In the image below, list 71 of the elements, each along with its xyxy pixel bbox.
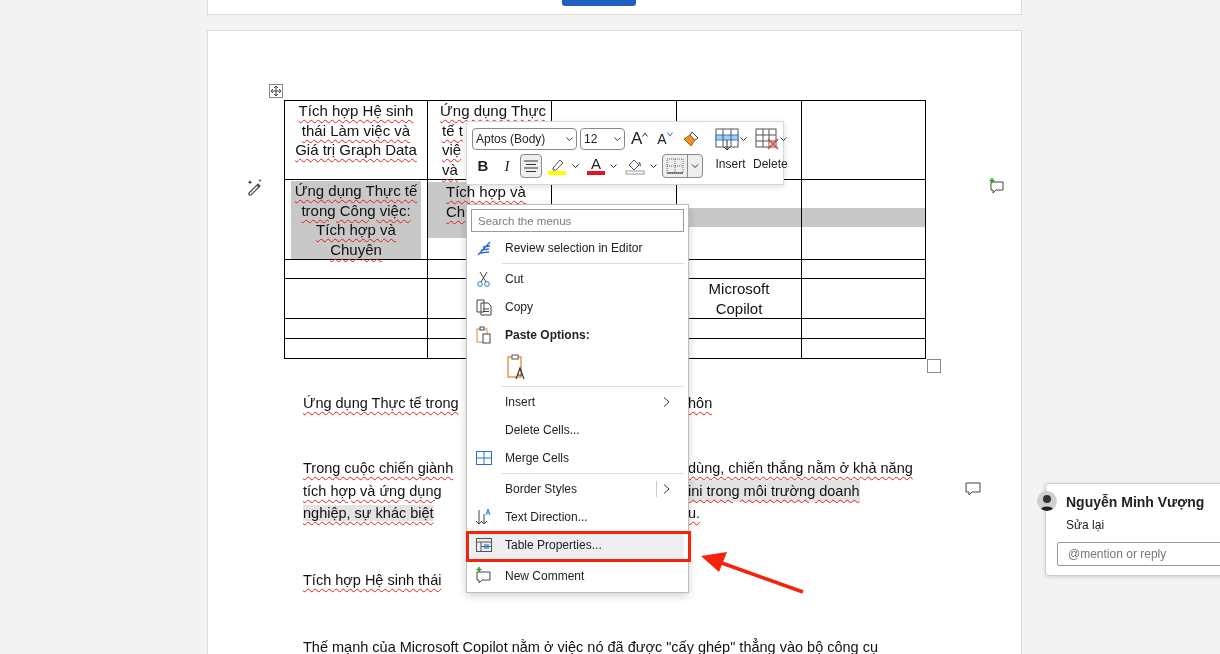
search-field[interactable]: Search the menus — [471, 209, 684, 232]
comment-text: Sửa lại — [1066, 517, 1106, 534]
caret-icon — [666, 132, 673, 137]
body-text: u. — [688, 504, 701, 523]
cell-text: tế t — [442, 120, 463, 140]
caret-icon — [572, 163, 579, 169]
insert-button[interactable]: Insert — [711, 127, 750, 179]
editor-pen-icon — [475, 239, 493, 257]
reply-field[interactable]: @mention or reply — [1057, 542, 1220, 566]
brush-icon — [681, 130, 700, 148]
section-heading: Paste Options: — [505, 327, 590, 344]
menu-item[interactable]: Insert — [471, 388, 684, 416]
align-center-icon — [523, 159, 539, 173]
author-name: Nguyễn Minh Vượng — [1066, 493, 1206, 512]
caret-icon — [642, 132, 649, 137]
paint-bucket-icon — [625, 157, 645, 175]
menu-item[interactable]: Border Styles — [471, 475, 684, 503]
italic-button[interactable]: I — [496, 154, 518, 178]
merge-cells-icon — [475, 449, 493, 467]
menu-item[interactable]: Copy — [471, 293, 684, 321]
new-comment-icon[interactable] — [989, 178, 1005, 194]
shrink-font-button[interactable]: A — [654, 127, 676, 151]
cell-text: Ch — [446, 201, 466, 221]
menu-item[interactable]: Review selection in Editor — [471, 234, 684, 262]
body-text: Ứng dụng Thực tế trong — [303, 395, 459, 411]
body-text: tích hợp và ứng dụng — [303, 482, 442, 499]
table-delete-icon — [753, 127, 780, 151]
body-text: Tích hợp Hệ sinh thái — [303, 572, 442, 588]
resize-handle-icon[interactable] — [927, 359, 941, 373]
copy-icon — [475, 298, 493, 316]
font-dropdown[interactable]: Aptos (Body) — [472, 128, 577, 150]
body-text: dùng, chiến thắng nằm ở khả năng — [688, 459, 913, 478]
cell-text: Tích hợp Hệ sinh thái Làm việc và Giá trị Graph Data — [294, 101, 418, 160]
scissors-icon — [475, 270, 493, 288]
body-text: nghiệp, sự khác biệt — [303, 505, 434, 521]
caret-icon — [650, 163, 657, 169]
highlighter-icon — [547, 157, 567, 175]
comment-icon[interactable] — [965, 480, 981, 496]
cell-text: Microsoft Copilot — [707, 279, 771, 318]
clipboard-icon — [475, 326, 493, 344]
body-text: ini trong môi trường doanh — [688, 479, 860, 502]
borders-icon — [663, 155, 687, 177]
cell-text: và — [442, 159, 458, 179]
font-size-dropdown[interactable]: 12 — [580, 128, 625, 150]
menu-item[interactable]: Cut — [471, 265, 684, 293]
delete-button[interactable]: Delete — [750, 127, 791, 179]
menu-item[interactable]: Text Direction... — [471, 503, 684, 531]
table-properties-icon — [475, 536, 493, 554]
cell-text: Ứng dụng Thực — [440, 101, 546, 121]
body-text: hôn — [688, 394, 713, 413]
caret-icon — [614, 136, 621, 142]
center-align-button[interactable] — [520, 154, 542, 178]
cell-text: việ — [442, 140, 462, 160]
caret-icon — [610, 163, 617, 169]
grow-font-button[interactable]: A — [628, 127, 652, 151]
rewrite-icon[interactable] — [246, 178, 264, 196]
move-handle-icon[interactable] — [269, 84, 283, 98]
table-insert-icon — [714, 127, 740, 151]
cell-text: Tích hợp và — [446, 182, 526, 202]
text-direction-icon — [475, 508, 493, 526]
menu-item[interactable]: Merge Cells — [471, 444, 684, 472]
font-color-button[interactable]: A — [584, 154, 620, 178]
caret-icon — [779, 136, 787, 142]
body-text: Trong cuộc chiến giành — [303, 460, 454, 476]
new-comment-icon — [475, 567, 493, 585]
menu-item[interactable]: New Comment — [471, 562, 684, 590]
cell-text: Ứng dụng Thực tế trong Công việc: Tích hợp và Chuyên — [293, 181, 419, 259]
caret-icon — [566, 136, 573, 142]
bold-button[interactable]: B — [472, 154, 494, 178]
menu-item[interactable]: Delete Cells... — [471, 416, 684, 444]
caret-icon — [740, 136, 747, 142]
